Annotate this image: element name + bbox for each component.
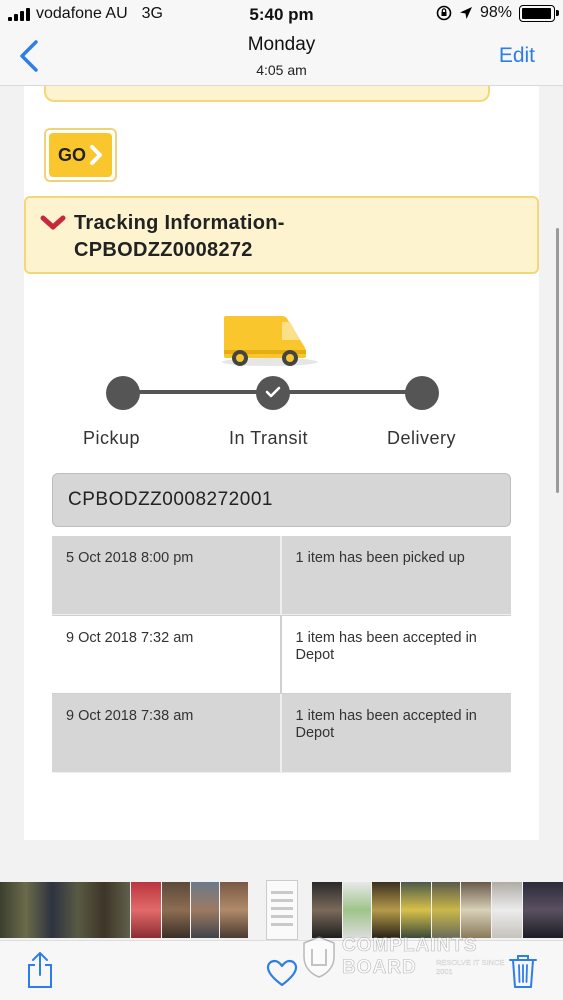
go-button[interactable]: GO bbox=[44, 128, 117, 182]
event-datetime: 5 Oct 2018 8:00 pm bbox=[52, 536, 282, 614]
table-row: 9 Oct 2018 7:32 am 1 item has been accep… bbox=[52, 615, 511, 694]
consignment-number: CPBODZZ0008272001 bbox=[68, 489, 273, 510]
status-bar: vodafone AU 3G 5:40 pm 98% bbox=[0, 0, 563, 28]
step-pickup-dot bbox=[106, 376, 140, 410]
step-label-delivery: Delivery bbox=[387, 428, 457, 448]
battery-level-fill bbox=[522, 7, 552, 19]
step-label-pickup: Pickup bbox=[83, 428, 141, 448]
chevron-down-icon bbox=[40, 215, 66, 230]
location-arrow-icon bbox=[459, 7, 472, 19]
photo-thumbnail[interactable] bbox=[523, 882, 563, 938]
go-button-inner: GO bbox=[49, 133, 112, 177]
watermark-tagline: RESOLVE IT SINCE 2001 bbox=[436, 958, 505, 976]
progress-line bbox=[289, 390, 424, 394]
photo-thumbnail[interactable] bbox=[220, 882, 248, 938]
tracking-title-line1: Tracking Information- bbox=[74, 212, 285, 234]
photo-thumbnail[interactable] bbox=[401, 882, 431, 938]
photo-thumbnail[interactable] bbox=[312, 882, 342, 938]
complaints-board-watermark: COMPLAINTS BOARD RESOLVE IT SINCE 2001 bbox=[302, 935, 517, 980]
tracking-info-header[interactable]: Tracking Information- CPBODZZ0008272 bbox=[24, 196, 539, 274]
watermark-line1: COMPLAINTS bbox=[342, 935, 478, 957]
watermark-line2: BOARD bbox=[342, 957, 417, 979]
tracking-title: Tracking Information- CPBODZZ0008272 bbox=[74, 210, 285, 264]
photo-thumbnail[interactable] bbox=[343, 882, 371, 938]
event-datetime: 9 Oct 2018 7:38 am bbox=[52, 694, 282, 772]
event-description: 1 item has been picked up bbox=[281, 536, 511, 614]
battery-icon bbox=[519, 4, 559, 22]
photo-thumbnail[interactable] bbox=[461, 882, 491, 938]
heart-icon[interactable] bbox=[266, 959, 298, 987]
chevron-right-icon bbox=[90, 145, 102, 165]
status-bar-right: 98% bbox=[436, 4, 559, 22]
table-row: 9 Oct 2018 7:38 am 1 item has been accep… bbox=[52, 694, 511, 773]
tracking-page: GO Tracking Information- CPBODZZ0008272 bbox=[24, 86, 539, 840]
photo-viewer[interactable]: GO Tracking Information- CPBODZZ0008272 bbox=[0, 86, 563, 880]
checkmark-icon bbox=[265, 386, 281, 398]
event-description: 1 item has been accepted in Depot bbox=[281, 694, 511, 772]
progress-line bbox=[124, 390, 274, 394]
tracking-events-table: 5 Oct 2018 8:00 pm 1 item has been picke… bbox=[52, 536, 511, 773]
thumbnail-strip[interactable] bbox=[0, 880, 563, 940]
photo-thumbnail[interactable] bbox=[372, 882, 400, 938]
photo-time-subtitle: 4:05 am bbox=[256, 62, 307, 78]
photo-thumbnail[interactable] bbox=[191, 882, 219, 938]
current-photo-thumbnail[interactable] bbox=[266, 880, 298, 940]
photo-thumbnail[interactable] bbox=[162, 882, 190, 938]
navigation-bar: Monday 4:05 am Edit bbox=[0, 28, 563, 86]
consignment-header: CPBODZZ0008272001 bbox=[52, 473, 511, 527]
share-icon[interactable] bbox=[26, 951, 54, 989]
edit-button[interactable]: Edit bbox=[499, 44, 535, 68]
photo-thumbnail[interactable] bbox=[492, 882, 522, 938]
event-datetime: 9 Oct 2018 7:32 am bbox=[52, 615, 282, 694]
go-label: GO bbox=[57, 144, 86, 165]
step-in-transit-dot bbox=[256, 376, 290, 410]
previous-section-box bbox=[44, 86, 490, 102]
photo-date-title: Monday bbox=[247, 34, 316, 55]
photo-thumbnail[interactable] bbox=[0, 882, 130, 938]
delivery-progress: Pickup In Transit Delivery bbox=[24, 376, 539, 466]
table-row: 5 Oct 2018 8:00 pm 1 item has been picke… bbox=[52, 536, 511, 615]
scroll-indicator bbox=[556, 228, 559, 493]
step-label-in-transit: In Transit bbox=[229, 428, 309, 448]
tracking-number: CPBODZZ0008272 bbox=[74, 239, 253, 261]
step-delivery-dot bbox=[405, 376, 439, 410]
delivery-truck-icon bbox=[222, 316, 318, 366]
shield-logo-icon bbox=[303, 936, 335, 978]
orientation-lock-icon bbox=[436, 5, 452, 21]
photo-thumbnail[interactable] bbox=[432, 882, 460, 938]
battery-percent: 98% bbox=[479, 4, 512, 21]
event-description: 1 item has been accepted in Depot bbox=[281, 615, 511, 694]
photo-thumbnail[interactable] bbox=[131, 882, 161, 938]
